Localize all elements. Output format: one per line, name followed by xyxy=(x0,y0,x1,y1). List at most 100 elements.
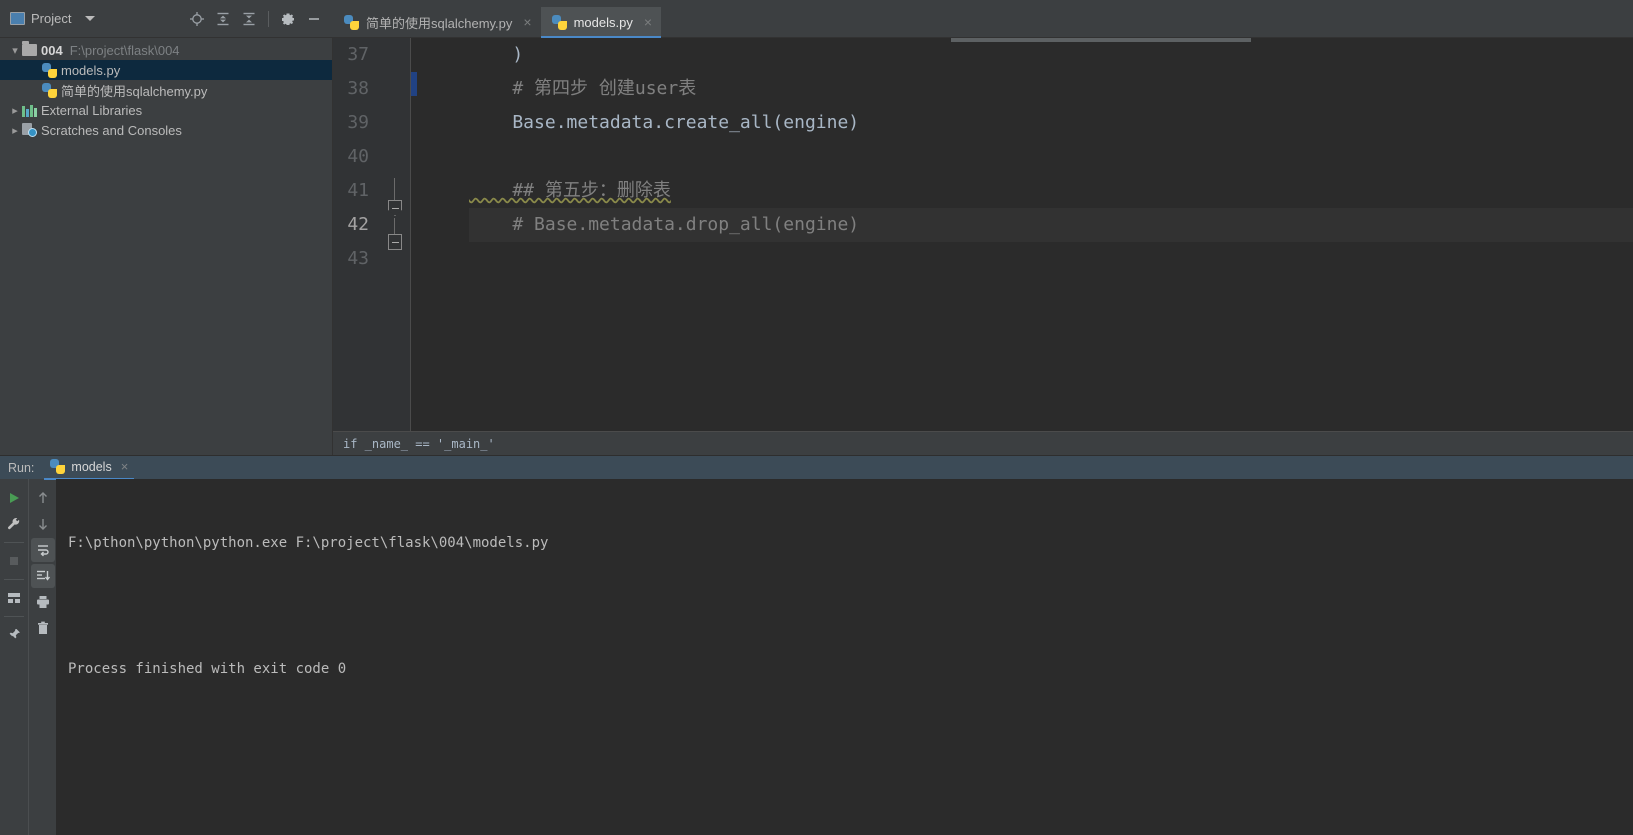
fold-collapse-icon[interactable] xyxy=(388,234,402,250)
tree-node-label: 简单的使用sqlalchemy.py xyxy=(61,83,208,99)
close-icon[interactable]: × xyxy=(523,15,531,29)
toolbar-divider xyxy=(268,10,269,27)
up-the-stack-icon[interactable] xyxy=(31,486,55,510)
tree-node-scratches-and-consoles[interactable]: Scratches and Consoles xyxy=(0,120,332,140)
line-number-gutter: 37 38 39 40 41 42 43 xyxy=(333,38,378,431)
run-body: F:\pthon\python\python.exe F:\project\fl… xyxy=(0,479,1633,835)
pycharm-window: Project 简单的使用sqlalchemy.py × models.py ×… xyxy=(0,0,1633,835)
code-editor[interactable]: 37 38 39 40 41 42 43) # 第四步 创建user表 Bas… xyxy=(333,38,1633,455)
fold-region-line xyxy=(394,178,395,200)
code-folding-gutter[interactable] xyxy=(378,38,411,431)
line-number: 40 xyxy=(347,146,369,167)
chevron-right-icon[interactable] xyxy=(8,104,22,117)
tree-node-external-libraries[interactable]: External Libraries xyxy=(0,100,332,120)
tree-node-label: Scratches and Consoles xyxy=(41,122,182,138)
chevron-down-icon[interactable] xyxy=(8,44,22,57)
print-icon[interactable] xyxy=(31,590,55,614)
code-line-current: # Base.metadata.drop_all(engine) xyxy=(469,208,1633,242)
edit-configuration-wrench-icon[interactable] xyxy=(2,512,26,536)
breadcrumb-text: if _name_ == '_main_' xyxy=(343,436,495,451)
editor-tab-label: models.py xyxy=(573,14,633,30)
console-line: F:\pthon\python\python.exe F:\project\fl… xyxy=(68,535,549,551)
scratches-icon xyxy=(22,123,37,137)
project-tree: 004 F:\project\flask\004 models.py 简单的使用… xyxy=(0,38,333,455)
toolbar-divider xyxy=(4,542,24,543)
down-the-stack-icon[interactable] xyxy=(31,512,55,536)
code-line: ) xyxy=(469,44,524,65)
top-row: Project 简单的使用sqlalchemy.py × models.py × xyxy=(0,0,1633,38)
library-icon xyxy=(22,104,37,117)
editor-tab-sqlalchemy[interactable]: 简单的使用sqlalchemy.py × xyxy=(333,7,541,37)
editor-tab-label: 简单的使用sqlalchemy.py xyxy=(366,15,513,31)
code-line: ## 第五步：删除表 xyxy=(469,174,1633,208)
breadcrumb[interactable]: if _name_ == '_main_' xyxy=(333,431,1633,455)
chevron-down-icon[interactable] xyxy=(85,16,96,21)
pin-tab-icon[interactable] xyxy=(2,623,26,647)
line-number: 39 xyxy=(347,112,369,133)
project-toolbar-icons xyxy=(186,8,333,30)
fold-collapse-icon[interactable] xyxy=(388,200,402,216)
toolbar-divider xyxy=(4,579,24,580)
run-tab-label: models xyxy=(71,459,112,474)
tree-node-004[interactable]: 004 F:\project\flask\004 xyxy=(0,40,332,60)
layout-icon[interactable] xyxy=(2,586,26,610)
run-label: Run: xyxy=(8,460,35,475)
stop-icon[interactable] xyxy=(2,549,26,573)
run-console-output[interactable]: F:\pthon\python\python.exe F:\project\fl… xyxy=(56,479,1633,835)
toolbar-divider xyxy=(4,616,24,617)
rerun-icon[interactable] xyxy=(2,486,26,510)
close-icon[interactable]: × xyxy=(644,15,652,29)
middle-area: 004 F:\project\flask\004 models.py 简单的使用… xyxy=(0,38,1633,455)
close-icon[interactable]: × xyxy=(121,459,129,474)
line-number: 38 xyxy=(347,78,369,99)
line-number: 41 xyxy=(347,180,369,201)
tree-node-path: F:\project\flask\004 xyxy=(69,42,180,58)
python-file-icon xyxy=(50,459,66,474)
settings-gear-icon[interactable] xyxy=(277,8,299,30)
hide-panel-icon[interactable] xyxy=(303,8,325,30)
scroll-to-end-icon[interactable] xyxy=(30,564,55,588)
code-line: Base.metadata.create_all(engine) xyxy=(469,112,860,133)
tree-node-label: External Libraries xyxy=(41,102,143,118)
expand-all-icon[interactable] xyxy=(212,8,234,30)
run-toolbar-right xyxy=(28,479,56,835)
run-tool-window-header: Run: models × xyxy=(0,455,1633,480)
python-file-icon xyxy=(551,14,567,30)
tree-node-label: models.py xyxy=(61,62,121,78)
run-tab-models[interactable]: models × xyxy=(44,456,135,480)
clear-all-trash-icon[interactable] xyxy=(31,616,55,640)
collapse-all-icon[interactable] xyxy=(238,8,260,30)
locate-icon[interactable] xyxy=(186,8,208,30)
code-content[interactable]: ) # 第四步 创建user表 Base.metadata.create_all… xyxy=(411,38,1633,431)
line-number: 43 xyxy=(347,248,369,269)
folder-icon xyxy=(22,41,37,56)
project-window-icon xyxy=(10,12,25,25)
code-line: # 第四步 创建user表 xyxy=(469,78,697,99)
fold-region-line xyxy=(394,218,395,234)
editor-tab-bar: 简单的使用sqlalchemy.py × models.py × xyxy=(333,0,1633,38)
console-line: Process finished with exit code 0 xyxy=(68,661,347,677)
project-panel-title: Project xyxy=(31,11,72,26)
python-file-icon xyxy=(344,14,359,30)
run-tool-window: Run: models × F:\pthon\python\python.exe… xyxy=(0,455,1633,835)
tree-node-label: 004 xyxy=(41,42,63,58)
line-number: 37 xyxy=(347,44,369,65)
run-toolbar-left xyxy=(0,479,28,835)
project-tool-window-button[interactable]: Project xyxy=(0,11,96,26)
tree-node-models-py[interactable]: models.py xyxy=(0,60,332,80)
horizontal-scroll-thumb[interactable] xyxy=(951,38,1251,42)
tree-node-sqlalchemy-py[interactable]: 简单的使用sqlalchemy.py xyxy=(0,80,332,100)
soft-wrap-icon[interactable] xyxy=(30,538,55,562)
editor-body[interactable]: 37 38 39 40 41 42 43) # 第四步 创建user表 Bas… xyxy=(333,38,1633,431)
project-toolbar: Project xyxy=(0,0,333,38)
python-file-icon xyxy=(42,62,57,78)
line-number-current: 42 xyxy=(347,214,369,235)
python-file-icon xyxy=(42,82,57,98)
editor-selection-stripe xyxy=(411,72,417,96)
code-line-text: ## 第五步：删除表 xyxy=(469,180,671,201)
editor-tab-models[interactable]: models.py × xyxy=(540,7,662,38)
chevron-right-icon[interactable] xyxy=(8,124,22,137)
